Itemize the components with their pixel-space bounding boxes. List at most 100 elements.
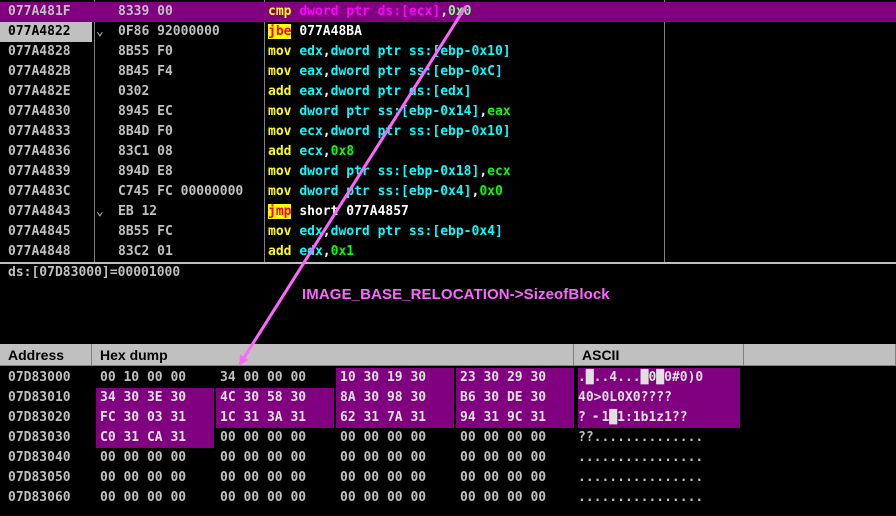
disassembly-pane[interactable]: 077A481F 8339 00 cmp dword ptr ds:[ecx],0x… [0,0,896,262]
disasm-operand: , [322,124,331,139]
disasm-operand: 0x0 [448,4,472,19]
disasm-operand: , [479,104,488,119]
dump-hex-group: 00 00 00 00 [220,430,307,445]
disasm-mnemonic: add [268,84,292,99]
disasm-operand: dword ptr ss:[ebp-0x4] [299,184,472,199]
disasm-mnemonic: mov [268,224,292,239]
disasm-instruction: add ecx,0x8 [268,142,354,162]
disasm-operand: dword ptr ss:[ebp-0x18] [299,164,480,179]
empty-column-header [744,344,896,366]
disasm-address: 077A483C [8,184,71,199]
disasm-hex: 8B4D F0 [118,124,173,139]
disasm-hex: 0302 [118,84,150,99]
disasm-operand: ecx [487,164,511,179]
disasm-operand: edx [299,244,323,259]
disasm-mnemonic: jbe [268,24,292,39]
disasm-row[interactable]: 077A482E 0302 add eax,dword ptr ds:[edx] [0,82,896,102]
disasm-operand: , [322,84,331,99]
disasm-row[interactable]: 077A482B 8B45 F4 mov eax,dword ptr ss:[ebp… [0,62,896,82]
dump-row[interactable]: 07D83020 FC 30 03 31 1C 31 3A 31 62 31 7A 3… [0,408,896,428]
disasm-mnemonic: cmp [268,4,292,19]
disasm-operand: , [322,44,331,59]
disasm-row[interactable]: 077A4845 8B55 FC mov edx,dword ptr ss:[ebp… [0,222,896,242]
info-line: ds:[07D83000]=00001000 [8,265,181,280]
disasm-row[interactable]: 077A4833 8B4D F0 mov ecx,dword ptr ss:[ebp… [0,122,896,142]
disasm-row[interactable]: 077A4822 ⌄ 0F86 92000000 jbe 077A48BA [0,22,896,42]
disasm-operand: 0x1 [330,244,355,259]
dump-row[interactable]: 07D83030 C0 31 CA 31 00 00 00 00 00 00 00 0… [0,428,896,448]
disasm-hex: 8B45 F4 [118,64,173,79]
disasm-row[interactable]: 077A4839 894D E8 mov dword ptr ss:[ebp-0x1… [0,162,896,182]
annotation-label: IMAGE_BASE_RELOCATION->SizeofBlock [302,286,610,303]
disasm-address: 077A482B [8,64,71,79]
disasm-mnemonic: add [268,244,292,259]
disasm-instruction: add edx,0x1 [268,242,354,262]
dump-row[interactable]: 07D83000 00 10 00 00 34 00 00 00 10 30 19 3… [0,368,896,388]
disasm-hex: 8339 00 [118,4,173,19]
dump-pane[interactable]: Address Hex dump ASCII 07D83000 00 10 00 … [0,344,896,516]
disasm-row[interactable]: 077A4843 ⌄ EB 12 jmp short 077A4857 [0,202,896,222]
dump-hex-group: 34 00 00 00 [220,370,307,385]
dump-hex-group: 23 30 29 30 [456,368,574,388]
dump-hex-group: 00 00 00 00 [340,490,427,505]
disasm-operand: short 077A4857 [299,204,409,219]
disasm-instruction: mov edx,dword ptr ss:[ebp-0x4] [268,222,503,242]
disasm-operand: , [322,224,331,239]
dump-row[interactable]: 07D83060 00 00 00 00 00 00 00 00 00 00 00 0… [0,488,896,508]
disasm-operand: dword ptr ds:[ecx] [299,4,441,19]
disasm-instruction: add eax,dword ptr ds:[edx] [268,82,472,102]
address-column-header[interactable]: Address [0,344,92,366]
disasm-address: 077A482E [8,84,71,99]
disasm-operand: ecx [299,124,323,139]
dump-ascii: ? ╸1█1:1b1z1?? [578,408,740,428]
disasm-operand: 077A48BA [299,24,362,39]
dump-hex-group: 94 31 9C 31 [456,408,574,428]
disasm-operand: ecx [299,144,323,159]
dump-ascii: ................ [578,450,704,465]
dump-address: 07D83050 [8,470,71,485]
disasm-operand: , [322,144,331,159]
dump-address: 07D83030 [8,430,71,445]
hex-dump-column-header[interactable]: Hex dump [92,344,574,366]
disasm-row[interactable]: 077A4828 8B55 F0 mov edx,dword ptr ss:[ebp… [0,42,896,62]
dump-row[interactable]: 07D83040 00 00 00 00 00 00 00 00 00 00 00 0… [0,448,896,468]
dump-hex-group: 62 31 7A 31 [336,408,454,428]
disasm-row[interactable]: 077A4848 83C2 01 add edx,0x1 [0,242,896,262]
disasm-operand: edx [299,44,323,59]
disasm-instruction: mov ecx,dword ptr ss:[ebp-0x10] [268,122,511,142]
disasm-hex: 8945 EC [118,104,173,119]
disasm-mnemonic: mov [268,64,292,79]
dump-hex-group: 00 00 00 00 [460,430,547,445]
ascii-column-header[interactable]: ASCII [574,344,744,366]
dump-hex-group: 00 00 00 00 [220,450,307,465]
disasm-instruction: jbe 077A48BA [268,22,362,42]
dump-hex-group: 00 00 00 00 [100,450,187,465]
disasm-address: 077A4830 [8,104,71,119]
dump-hex-group: 00 10 00 00 [100,370,187,385]
disasm-mnemonic: add [268,144,292,159]
dump-hex-group: 00 00 00 00 [340,430,427,445]
disasm-row[interactable]: 077A4836 83C1 08 add ecx,0x8 [0,142,896,162]
disasm-hex: C745 FC 00000000 [118,184,244,199]
dump-row[interactable]: 07D83010 34 30 3E 30 4C 30 58 30 8A 30 98 3… [0,388,896,408]
dump-hex-group: FC 30 03 31 [96,408,214,428]
disasm-instruction: mov edx,dword ptr ss:[ebp-0x10] [268,42,511,62]
disasm-operand: 0x8 [330,144,355,159]
dump-hex-group: B6 30 DE 30 [456,388,574,408]
disasm-mnemonic: mov [268,164,292,179]
disasm-hex: EB 12 [118,204,158,219]
disasm-row[interactable]: 077A481F 8339 00 cmp dword ptr ds:[ecx],0x… [0,2,896,22]
disasm-row[interactable]: 077A4830 8945 EC mov dword ptr ss:[ebp-0x1… [0,102,896,122]
dump-row[interactable]: 07D83050 00 00 00 00 00 00 00 00 00 00 00 0… [0,468,896,488]
disasm-operand: dword ptr ss:[ebp-0x4] [330,224,503,239]
disasm-hex: 0F86 92000000 [118,24,220,39]
dump-hex-group: 00 00 00 00 [100,490,187,505]
dump-address: 07D83060 [8,490,71,505]
dump-hex-group: 00 00 00 00 [220,490,307,505]
dump-address: 07D83040 [8,450,71,465]
disasm-mnemonic: mov [268,184,292,199]
dump-hex-group: 8A 30 98 30 [336,388,454,408]
disasm-address: 077A4848 [8,244,71,259]
dump-ascii: ??.............. [578,430,704,445]
disasm-row[interactable]: 077A483C C745 FC 00000000 mov dword ptr ss… [0,182,896,202]
